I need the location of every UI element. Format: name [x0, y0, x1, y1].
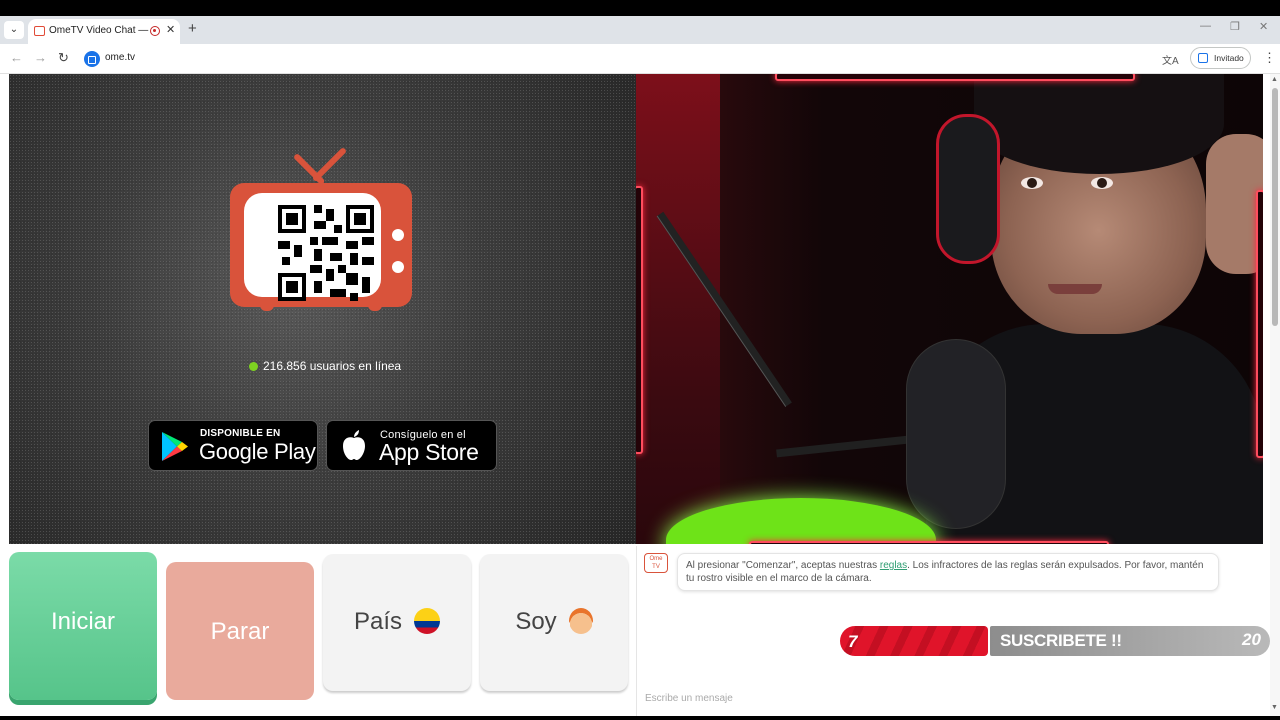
window-close-button[interactable]: ✕ [1259, 20, 1268, 33]
recording-icon [150, 26, 160, 36]
page-content: 216.856 usuarios en línea DISPONIBLE EN … [0, 74, 1280, 716]
background-red-wall [636, 74, 720, 544]
translate-icon[interactable]: 文A [1162, 52, 1179, 67]
online-dot-icon [249, 362, 258, 371]
tab-search-button[interactable]: ⌄ [4, 21, 24, 39]
subscribe-left-number: 7 [848, 632, 858, 651]
scroll-up-icon[interactable]: ▲ [1271, 76, 1278, 83]
gender-button[interactable]: Soy [480, 554, 628, 691]
tv-screen [244, 193, 381, 301]
person-beanie [974, 74, 1224, 174]
scroll-thumb[interactable] [1272, 88, 1278, 326]
google-play-badge[interactable]: DISPONIBLE EN Google Play [148, 420, 318, 471]
app-store-badge[interactable]: Consíguelo en el App Store [326, 420, 497, 471]
url-field[interactable]: ome.tv [80, 48, 1180, 70]
subscribe-text: SUSCRIBETE !! [1000, 631, 1122, 650]
subscribe-red-segment: 7 [840, 626, 988, 656]
profile-icon [1198, 53, 1208, 63]
frame-top-bar [775, 74, 1135, 81]
app-store-big-text: App Store [379, 439, 479, 465]
frame-bottom-bar [749, 541, 1109, 544]
url-text[interactable]: ome.tv [105, 52, 135, 63]
tv-body [230, 183, 412, 307]
gender-label: Soy [515, 608, 557, 635]
guest-profile-button[interactable]: Invitado [1190, 47, 1251, 69]
remote-video-panel [636, 74, 1263, 544]
boy-emoji-icon [568, 608, 593, 634]
google-play-small-text: DISPONIBLE EN [200, 428, 281, 439]
tv-foot-right [368, 303, 382, 311]
start-button[interactable]: Iniciar [9, 552, 157, 700]
google-play-icon [162, 432, 188, 461]
tab-strip: ⌄ OmeTV Video Chat — Ome ✕ + — ❐ ✕ [0, 16, 1280, 44]
restore-button[interactable]: ❐ [1230, 20, 1240, 33]
online-users-status: 216.856 usuarios en línea [249, 359, 401, 373]
browser-window: ⌄ OmeTV Video Chat — Ome ✕ + — ❐ ✕ ← → ↻… [0, 16, 1280, 716]
more-menu-icon[interactable]: ⋮ [1263, 50, 1276, 66]
person-mouth [1048, 284, 1102, 294]
tv-qr-logo [230, 146, 414, 315]
stop-label: Parar [210, 618, 270, 645]
minimize-button[interactable]: — [1200, 20, 1211, 32]
guest-label: Invitado [1214, 53, 1244, 63]
local-video-panel: 216.856 usuarios en línea DISPONIBLE EN … [9, 74, 636, 544]
tv-antenna-right [311, 146, 348, 183]
google-play-big-text: Google Play [199, 439, 316, 464]
tab-title: OmeTV Video Chat — Ome [49, 25, 149, 36]
headphone-icon [936, 114, 1000, 264]
apple-icon [343, 430, 365, 460]
ometv-logo-icon: Ome TV [644, 553, 668, 573]
page-scrollbar[interactable]: ▲ ▼ [1270, 74, 1280, 716]
site-info-icon[interactable] [84, 51, 100, 67]
person-eye-right [1091, 177, 1113, 189]
tab-close-icon[interactable]: ✕ [166, 23, 175, 36]
colombia-flag-icon [414, 608, 441, 634]
tv-knob-bottom [392, 261, 404, 273]
tv-favicon-icon [34, 26, 45, 36]
new-tab-button[interactable]: + [188, 20, 197, 37]
subscribe-gray-segment: SUSCRIBETE !! 20 [990, 626, 1270, 656]
reload-button[interactable]: ↻ [58, 50, 69, 66]
microphone [906, 339, 1006, 529]
tv-foot-left [260, 303, 274, 311]
tv-knob-top [392, 229, 404, 241]
country-label: País [353, 608, 403, 635]
gender-label-wrap: Soy [480, 608, 628, 636]
qr-code-icon [278, 205, 374, 301]
subscribe-right-number: 20 [1242, 630, 1261, 649]
address-bar: ← → ↻ ome.tv 文A Invitado ⋮ [0, 44, 1280, 74]
tab-ometv[interactable]: OmeTV Video Chat — Ome ✕ [28, 19, 180, 44]
online-count: 216.856 usuarios en línea [263, 359, 402, 373]
country-button[interactable]: País [323, 554, 471, 691]
person-hand [1206, 134, 1263, 274]
message-before: Al presionar "Comenzar", aceptas nuestra… [686, 560, 880, 571]
scroll-down-icon[interactable]: ▼ [1271, 704, 1278, 711]
frame-right-bar [1256, 190, 1263, 458]
back-button[interactable]: ← [10, 50, 23, 65]
frame-left-bar [636, 186, 643, 454]
rules-link[interactable]: reglas [880, 560, 907, 571]
chat-message-input[interactable] [645, 686, 945, 710]
system-message: Al presionar "Comenzar", aceptas nuestra… [677, 553, 1219, 591]
start-label: Iniciar [50, 608, 116, 635]
stop-button[interactable]: Parar [166, 562, 314, 700]
country-label-wrap: País [323, 608, 471, 636]
person-eye-left [1021, 177, 1043, 189]
subscribe-banner: 7 SUSCRIBETE !! 20 [840, 624, 1270, 658]
forward-button[interactable]: → [34, 50, 47, 65]
